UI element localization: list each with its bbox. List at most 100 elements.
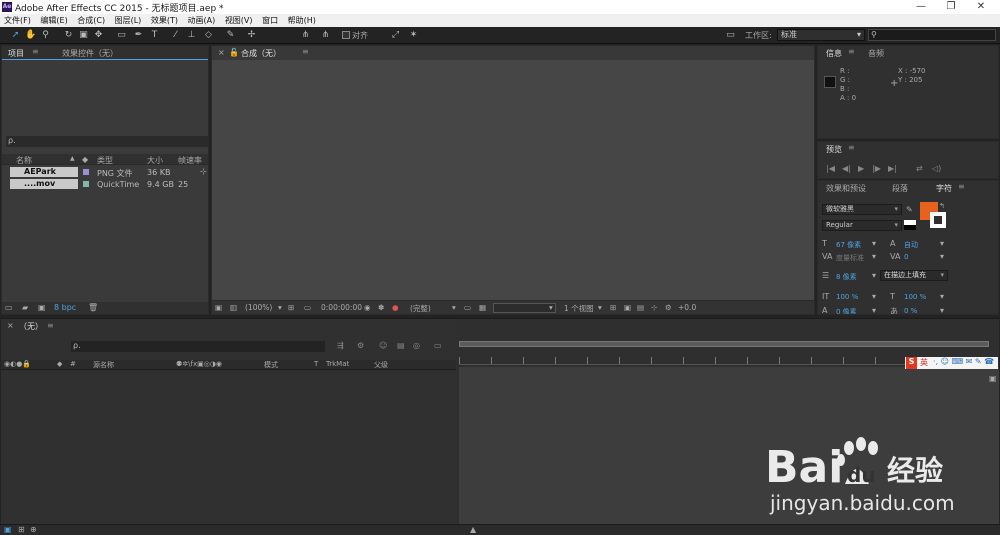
chevron-down-icon[interactable]: ▾ bbox=[452, 303, 456, 312]
roi-icon[interactable]: ▭ bbox=[464, 303, 471, 312]
font-size-value[interactable]: 67 像素 bbox=[836, 240, 861, 250]
search-help-input[interactable]: ⚲ bbox=[868, 29, 996, 41]
draft-3d-icon[interactable]: ⚙ bbox=[357, 341, 364, 350]
region-icon[interactable]: ▥ bbox=[230, 303, 237, 312]
chevron-down-icon[interactable]: ▾ bbox=[278, 303, 282, 312]
eyedropper-icon[interactable]: ✎ bbox=[906, 205, 913, 214]
panel-menu-icon[interactable]: ≡ bbox=[302, 47, 309, 56]
chevron-down-icon[interactable]: ▾ bbox=[872, 239, 876, 248]
column-parent[interactable]: 父级 bbox=[374, 360, 388, 370]
show-snapshot-icon[interactable]: ✽ bbox=[378, 303, 384, 312]
always-preview-icon[interactable]: ▣ bbox=[215, 303, 222, 312]
new-folder-icon[interactable]: ▰ bbox=[22, 303, 28, 312]
frame-blending-icon[interactable]: ▤ bbox=[397, 341, 405, 350]
leading-value[interactable]: 自动 bbox=[904, 240, 918, 250]
hand-tool-icon[interactable]: ✋ bbox=[25, 30, 36, 41]
eraser-tool-icon[interactable]: ◇ bbox=[203, 30, 214, 41]
menu-composition[interactable]: 合成(C) bbox=[77, 16, 105, 25]
chevron-down-icon[interactable]: ▾ bbox=[872, 271, 876, 280]
comp-mini-flowchart-icon[interactable]: ⇶ bbox=[337, 341, 344, 350]
zoom-slider-handle[interactable]: ▲ bbox=[470, 525, 476, 534]
view-layout-select[interactable]: 1 个视图 bbox=[564, 303, 594, 314]
menu-view[interactable]: 视图(V) bbox=[225, 16, 253, 25]
tab-effect-controls[interactable]: 效果控件（无） bbox=[62, 48, 118, 59]
workspace-icon[interactable]: ▭ bbox=[725, 30, 736, 41]
lock-icon[interactable]: 🔓 bbox=[229, 48, 239, 57]
tab-project[interactable]: 项目 bbox=[8, 48, 24, 59]
flowchart-icon[interactable]: ⊹ bbox=[200, 167, 207, 176]
chevron-down-icon[interactable]: ▾ bbox=[940, 252, 944, 261]
tab-timeline[interactable]: （无） bbox=[19, 321, 43, 332]
project-search-input[interactable]: ρ. bbox=[6, 136, 208, 147]
tracking-value[interactable]: 0 bbox=[904, 253, 908, 261]
label-color-swatch[interactable] bbox=[83, 181, 89, 187]
tab-audio[interactable]: 音频 bbox=[868, 48, 884, 59]
world-axis-icon[interactable]: ⋔ bbox=[320, 30, 331, 41]
comp-button-icon[interactable]: ▣ bbox=[989, 374, 997, 383]
label-column-icon[interactable]: ◆ bbox=[82, 155, 88, 164]
menu-animation[interactable]: 动画(A) bbox=[188, 16, 216, 25]
exposure-value[interactable]: +0.0 bbox=[678, 303, 696, 312]
transparency-grid-icon[interactable]: ▦ bbox=[479, 303, 486, 312]
rectangle-tool-icon[interactable]: ▭ bbox=[116, 30, 127, 41]
snap-checkbox[interactable] bbox=[342, 31, 350, 39]
tab-composition[interactable]: 合成（无） bbox=[241, 48, 281, 59]
panel-menu-icon[interactable]: ≡ bbox=[848, 143, 855, 152]
close-icon[interactable]: × bbox=[7, 321, 14, 330]
next-frame-icon[interactable]: |▶ bbox=[872, 164, 881, 173]
menu-help[interactable]: 帮助(H) bbox=[288, 16, 316, 25]
menu-effect[interactable]: 效果(T) bbox=[151, 16, 178, 25]
pan-behind-tool-icon[interactable]: ✥ bbox=[93, 30, 104, 41]
toggle-pixel-aspect-icon[interactable]: ⊞ bbox=[610, 303, 616, 312]
tsume-value[interactable]: 0 % bbox=[904, 307, 917, 314]
close-button[interactable]: ✕ bbox=[966, 0, 996, 13]
vertical-scale-value[interactable]: 100 % bbox=[836, 293, 858, 301]
baseline-shift-value[interactable]: 0 像素 bbox=[836, 307, 857, 314]
column-type[interactable]: 类型 bbox=[97, 155, 113, 166]
local-axis-icon[interactable]: ⋔ bbox=[300, 30, 311, 41]
kerning-value[interactable]: 度量标准 bbox=[836, 253, 864, 263]
chevron-down-icon[interactable]: ▾ bbox=[872, 252, 876, 261]
panel-menu-icon[interactable]: ≡ bbox=[32, 47, 39, 56]
chevron-down-icon[interactable]: ▾ bbox=[872, 292, 876, 301]
motion-blur-icon[interactable]: ◎ bbox=[413, 341, 420, 350]
chevron-down-icon[interactable]: ▾ bbox=[940, 239, 944, 248]
column-source-name[interactable]: 源名称 bbox=[93, 360, 114, 370]
label-color-swatch[interactable] bbox=[83, 169, 89, 175]
magnification-select[interactable]: (100%) bbox=[245, 303, 272, 312]
type-tool-icon[interactable]: T bbox=[149, 30, 160, 41]
puppet-pin-tool-icon[interactable]: ✢ bbox=[246, 30, 257, 41]
font-family-select[interactable]: 微软雅黑 ▾ bbox=[822, 204, 902, 215]
active-camera-select[interactable] bbox=[493, 303, 556, 313]
menu-layer[interactable]: 图层(L) bbox=[115, 16, 142, 25]
panel-menu-icon[interactable]: ≡ bbox=[47, 321, 54, 330]
tab-preview[interactable]: 预览 bbox=[826, 144, 842, 155]
resolution-select[interactable]: (完整) bbox=[410, 303, 431, 314]
menu-edit[interactable]: 编辑(E) bbox=[40, 16, 67, 25]
audio-icon[interactable]: ◁) bbox=[932, 164, 941, 173]
chevron-down-icon[interactable]: ▾ bbox=[598, 303, 602, 312]
column-t[interactable]: T bbox=[314, 360, 318, 368]
snapshot-icon[interactable]: ◉ bbox=[364, 303, 371, 312]
rotate-tool-icon[interactable]: ↻ bbox=[63, 30, 74, 41]
timeline-search-input[interactable]: ρ. bbox=[71, 341, 325, 352]
selection-tool-icon[interactable]: ➚ bbox=[10, 30, 21, 41]
chevron-down-icon[interactable]: ▾ bbox=[872, 306, 876, 314]
stroke-mode-select[interactable]: 在描边上填充 ▾ bbox=[880, 270, 948, 281]
default-colors-icon[interactable] bbox=[904, 220, 916, 230]
pen-tool-icon[interactable]: ✒ bbox=[133, 30, 144, 41]
tab-paragraph[interactable]: 段落 bbox=[892, 183, 908, 194]
chevron-down-icon[interactable]: ▾ bbox=[940, 292, 944, 301]
tab-character[interactable]: 字符 bbox=[936, 183, 952, 194]
mask-icon[interactable]: ▭ bbox=[304, 303, 311, 312]
new-composition-icon[interactable]: ▣ bbox=[38, 303, 46, 312]
horizontal-scale-value[interactable]: 100 % bbox=[904, 293, 926, 301]
ime-tool-icons[interactable]: ·, ☺ ⌨ ✉ ✎ ☎ bbox=[933, 357, 994, 366]
timeline-icon[interactable]: ▤ bbox=[637, 303, 644, 312]
in-out-toggle-icon[interactable]: ⊕ bbox=[30, 525, 37, 534]
layer-switches-icon[interactable]: ⚉✲\fx▣◎◑◉ bbox=[176, 360, 222, 368]
roto-brush-tool-icon[interactable]: ✎ bbox=[225, 30, 236, 41]
clone-stamp-tool-icon[interactable]: ⊥ bbox=[186, 30, 197, 41]
menu-file[interactable]: 文件(F) bbox=[4, 16, 31, 25]
snap-options-icon[interactable]: ⤢ bbox=[390, 30, 401, 41]
